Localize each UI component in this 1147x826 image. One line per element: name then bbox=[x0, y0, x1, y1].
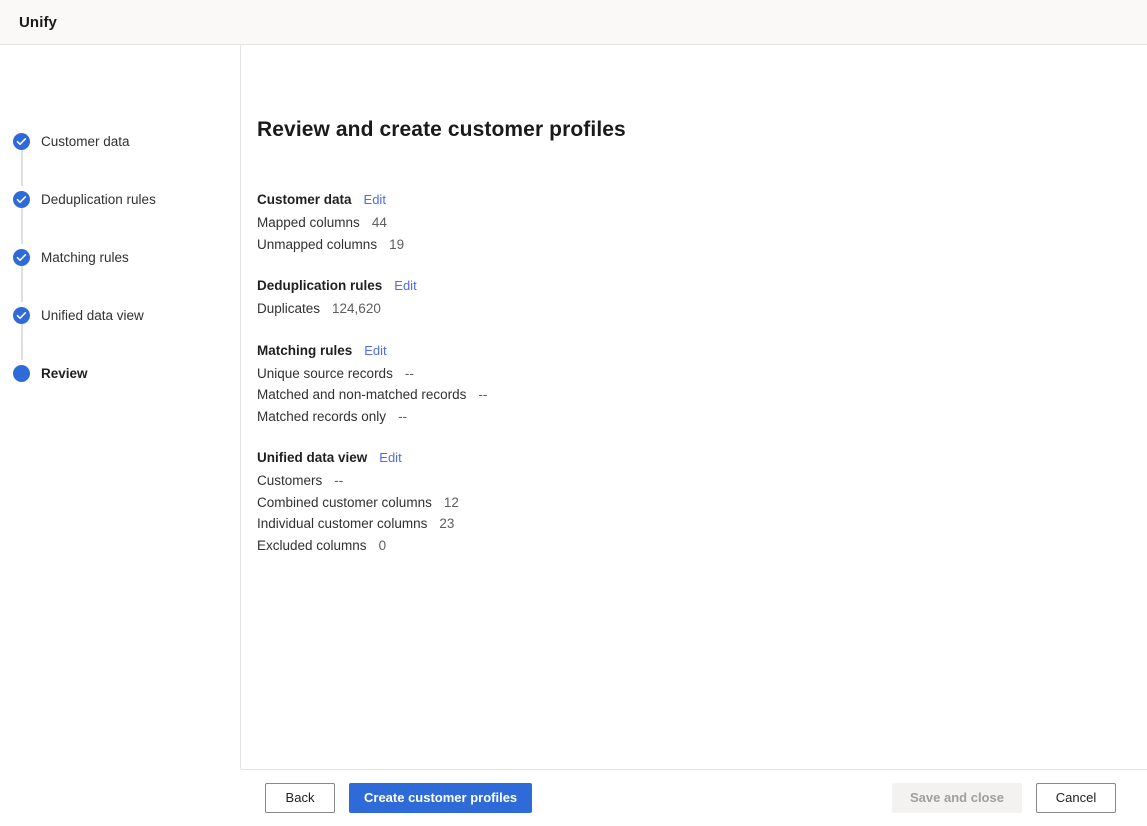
summary-row-value: -- bbox=[478, 384, 487, 406]
summary-row: Duplicates 124,620 bbox=[257, 298, 1147, 320]
step-connector bbox=[21, 150, 23, 186]
check-circle-icon bbox=[13, 307, 30, 324]
footer-actions-right: Save and close Cancel bbox=[892, 783, 1131, 813]
summary-group-header: Customer data Edit bbox=[257, 192, 1147, 207]
wizard-step-label: Review bbox=[41, 366, 88, 381]
wizard-step-matching-rules[interactable]: Matching rules bbox=[0, 244, 240, 270]
summary-row: Individual customer columns 23 bbox=[257, 513, 1147, 535]
summary-group-title: Matching rules bbox=[257, 343, 352, 358]
summary-row-label: Matched records only bbox=[257, 406, 386, 428]
summary-row-value: 124,620 bbox=[332, 298, 381, 320]
wizard-sidebar: Customer data Deduplication rules Matching… bbox=[0, 45, 241, 769]
summary-group: Unified data view Edit Customers --Combined… bbox=[257, 450, 1147, 556]
step-connector bbox=[21, 266, 23, 302]
summary-row-value: 19 bbox=[389, 234, 404, 256]
check-circle-icon bbox=[13, 191, 30, 208]
wizard-step-label: Deduplication rules bbox=[41, 192, 156, 207]
summary-row: Unmapped columns 19 bbox=[257, 234, 1147, 256]
app-body: Customer data Deduplication rules Matching… bbox=[0, 45, 1147, 769]
edit-link[interactable]: Edit bbox=[379, 450, 401, 465]
summary-row-label: Mapped columns bbox=[257, 212, 360, 234]
summary-group-title: Unified data view bbox=[257, 450, 367, 465]
summary-row-label: Matched and non-matched records bbox=[257, 384, 466, 406]
cancel-button[interactable]: Cancel bbox=[1036, 783, 1116, 813]
summary-sections: Customer data Edit Mapped columns 44Unmappe… bbox=[257, 192, 1147, 556]
app-window: Unify Customer data Deduplication rules Ma… bbox=[0, 0, 1147, 826]
summary-row-label: Unmapped columns bbox=[257, 234, 377, 256]
summary-row-label: Duplicates bbox=[257, 298, 320, 320]
summary-row-value: 12 bbox=[444, 492, 459, 514]
summary-row-value: -- bbox=[405, 363, 414, 385]
summary-row: Mapped columns 44 bbox=[257, 212, 1147, 234]
summary-group-header: Unified data view Edit bbox=[257, 450, 1147, 465]
app-header: Unify bbox=[0, 0, 1147, 45]
filled-circle-icon bbox=[13, 365, 30, 382]
footer-actions-left: Back Create customer profiles bbox=[265, 783, 532, 813]
summary-row-label: Customers bbox=[257, 470, 322, 492]
app-footer: Back Create customer profiles Save and c… bbox=[0, 769, 1147, 826]
summary-group-title: Customer data bbox=[257, 192, 352, 207]
summary-row-value: 0 bbox=[379, 535, 387, 557]
wizard-step-label: Customer data bbox=[41, 134, 130, 149]
main-content: Review and create customer profiles Cust… bbox=[241, 45, 1147, 769]
summary-group-title: Deduplication rules bbox=[257, 278, 382, 293]
summary-row: Unique source records -- bbox=[257, 363, 1147, 385]
check-circle-icon bbox=[13, 249, 30, 266]
summary-row-value: -- bbox=[398, 406, 407, 428]
edit-link[interactable]: Edit bbox=[394, 278, 416, 293]
summary-group: Customer data Edit Mapped columns 44Unmappe… bbox=[257, 192, 1147, 255]
wizard-step-label: Unified data view bbox=[41, 308, 144, 323]
app-title: Unify bbox=[19, 14, 57, 31]
summary-group-header: Matching rules Edit bbox=[257, 343, 1147, 358]
summary-row: Matched and non-matched records -- bbox=[257, 384, 1147, 406]
wizard-step-unified-data-view[interactable]: Unified data view bbox=[0, 302, 240, 328]
summary-row: Matched records only -- bbox=[257, 406, 1147, 428]
summary-group: Deduplication rules Edit Duplicates 124,620 bbox=[257, 278, 1147, 320]
edit-link[interactable]: Edit bbox=[364, 192, 386, 207]
wizard-step-deduplication-rules[interactable]: Deduplication rules bbox=[0, 186, 240, 212]
summary-row-label: Excluded columns bbox=[257, 535, 367, 557]
summary-row-value: 23 bbox=[439, 513, 454, 535]
summary-group: Matching rulesEditUnique source records-… bbox=[257, 343, 1147, 428]
footer-divider bbox=[241, 769, 1147, 770]
summary-row: Customers -- bbox=[257, 470, 1147, 492]
step-connector bbox=[21, 324, 23, 360]
summary-row-value: 44 bbox=[372, 212, 387, 234]
wizard-step-customer-data[interactable]: Customer data bbox=[0, 128, 240, 154]
summary-row-label: Unique source records bbox=[257, 363, 393, 385]
check-circle-icon bbox=[13, 133, 30, 150]
edit-link[interactable]: Edit bbox=[364, 343, 386, 358]
step-connector bbox=[21, 208, 23, 244]
wizard-step-label: Matching rules bbox=[41, 250, 129, 265]
summary-group-header: Deduplication rules Edit bbox=[257, 278, 1147, 293]
summary-row-value: -- bbox=[334, 470, 343, 492]
save-and-close-button[interactable]: Save and close bbox=[892, 783, 1022, 813]
wizard-step-review[interactable]: Review bbox=[0, 360, 240, 386]
summary-row-label: Individual customer columns bbox=[257, 513, 427, 535]
back-button[interactable]: Back bbox=[265, 783, 335, 813]
summary-row: Excluded columns 0 bbox=[257, 535, 1147, 557]
summary-row: Combined customer columns 12 bbox=[257, 492, 1147, 514]
page-title: Review and create customer profiles bbox=[257, 45, 1147, 142]
create-customer-profiles-button[interactable]: Create customer profiles bbox=[349, 783, 532, 813]
summary-row-label: Combined customer columns bbox=[257, 492, 432, 514]
wizard-step-list: Customer data Deduplication rules Matching… bbox=[0, 128, 240, 386]
